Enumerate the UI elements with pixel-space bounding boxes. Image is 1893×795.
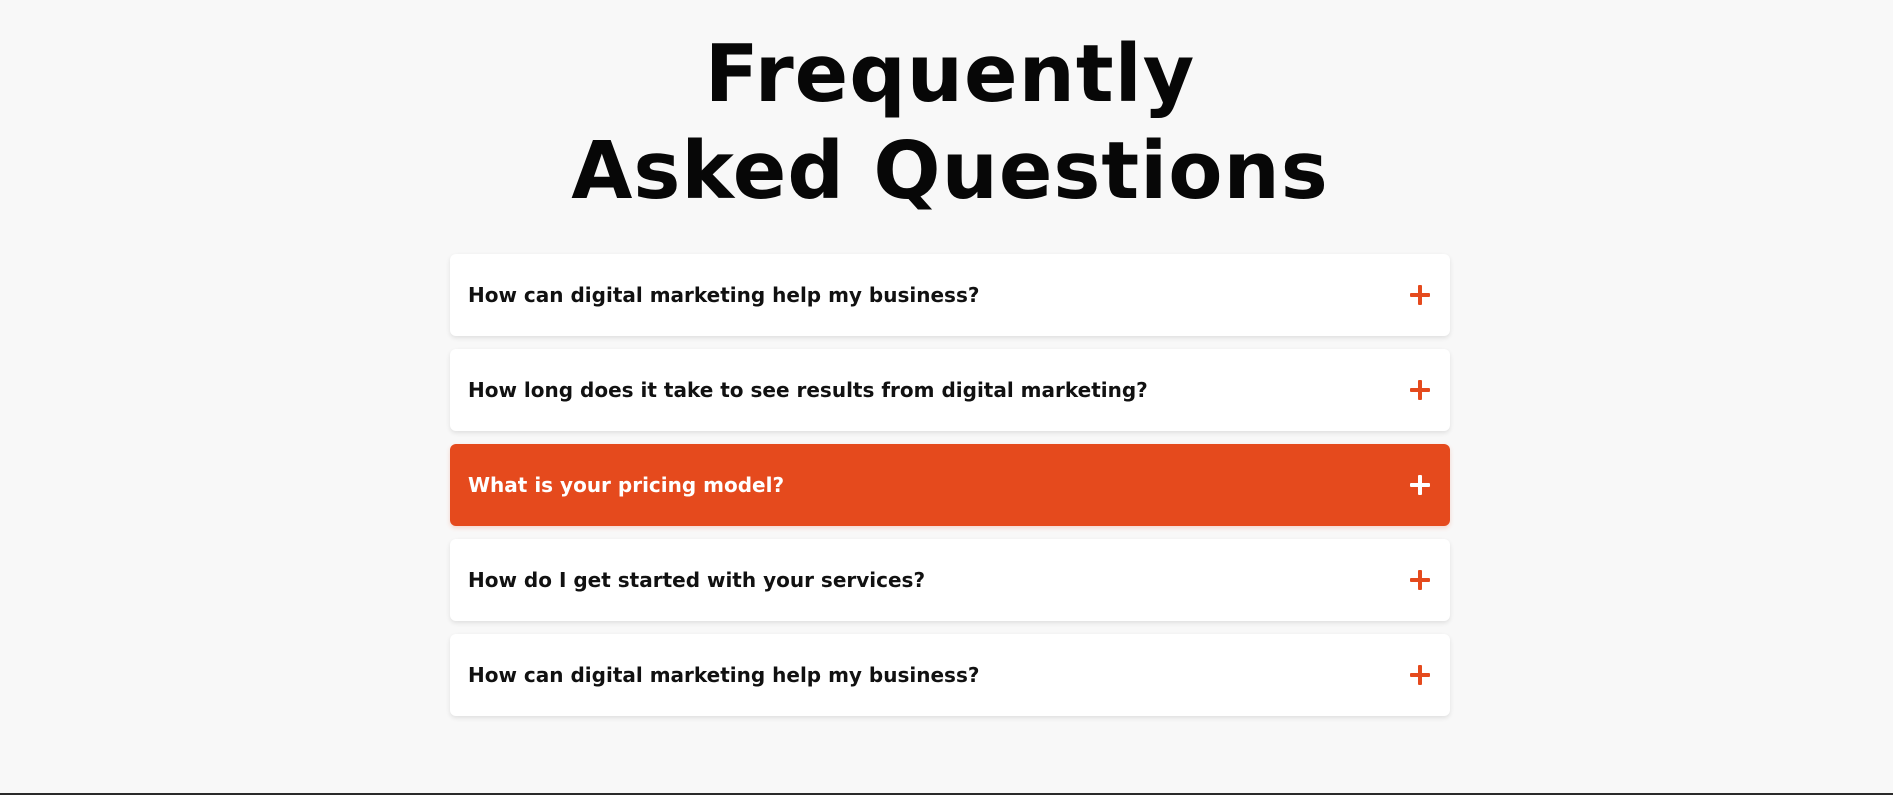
page-title-line-1: Frequently [704,28,1196,120]
faq-question-1: How can digital marketing help my busine… [468,283,980,307]
faq-item-4[interactable]: How do I get started with your services? [450,539,1450,621]
faq-item-2[interactable]: How long does it take to see results fro… [450,349,1450,431]
page-title-line-2: Asked Questions [571,125,1329,217]
faq-question-4: How do I get started with your services? [468,568,926,592]
faq-item-5[interactable]: How can digital marketing help my busine… [450,634,1450,716]
faq-item-3-active[interactable]: What is your pricing model? [450,444,1450,526]
plus-icon[interactable] [1410,285,1430,305]
faq-item-1[interactable]: How can digital marketing help my busine… [450,254,1450,336]
faq-question-3: What is your pricing model? [468,473,785,497]
faq-list: How can digital marketing help my busine… [450,254,1450,729]
plus-icon[interactable] [1410,475,1430,495]
faq-question-2: How long does it take to see results fro… [468,378,1148,402]
plus-icon[interactable] [1410,380,1430,400]
page-title: Frequently Asked Questions [0,26,1893,220]
plus-icon[interactable] [1410,570,1430,590]
plus-icon[interactable] [1410,665,1430,685]
faq-question-5: How can digital marketing help my busine… [468,663,980,687]
